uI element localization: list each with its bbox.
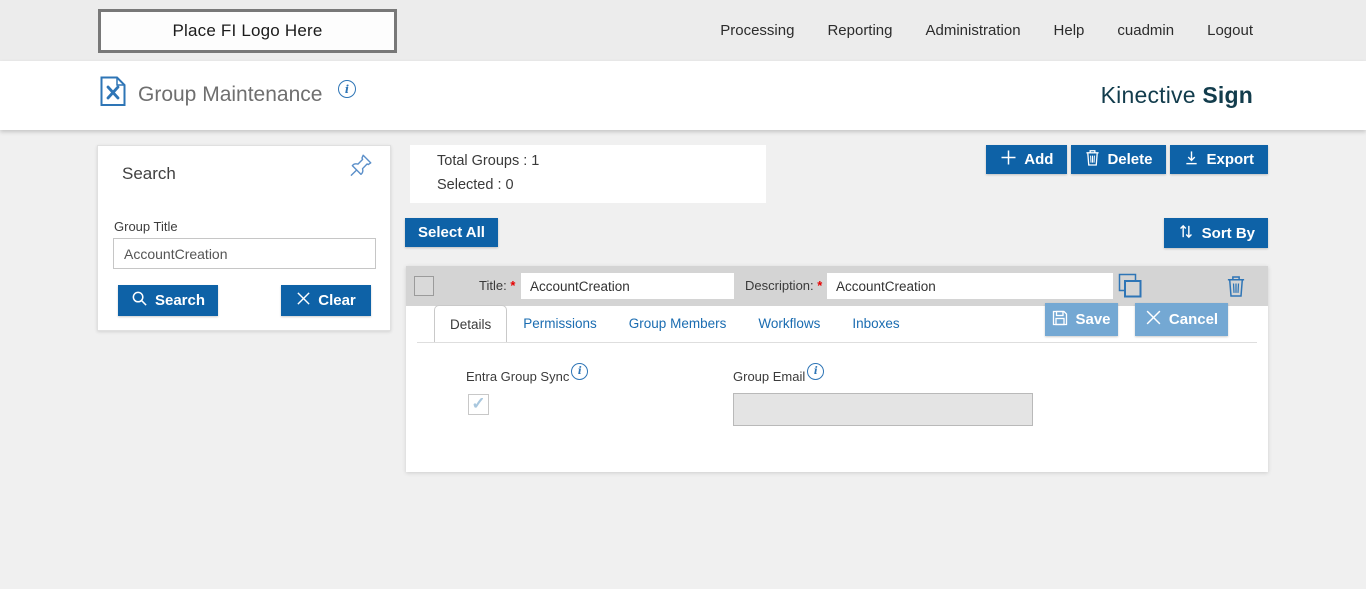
entra-group-sync-label-text: Entra Group Sync [466, 369, 569, 384]
add-button[interactable]: Add [986, 145, 1067, 174]
tab-inboxes[interactable]: Inboxes [836, 305, 915, 342]
total-groups-text: Total Groups : 1 [437, 153, 539, 169]
description-label-text: Description: [745, 278, 814, 293]
delete-group-button[interactable] [1226, 274, 1246, 301]
search-icon [131, 290, 148, 311]
group-tabs: Details Permissions Group Members Workfl… [434, 305, 916, 342]
clear-button-label: Clear [318, 292, 356, 309]
export-button[interactable]: Export [1170, 145, 1268, 174]
tab-workflows[interactable]: Workflows [742, 305, 836, 342]
page-title: Group Maintenance [138, 83, 322, 107]
brand-regular: Kinective [1101, 82, 1196, 108]
title-label: Title: * [479, 278, 515, 293]
save-button-label: Save [1075, 311, 1110, 328]
nav-item-help[interactable]: Help [1054, 22, 1085, 39]
group-email-label: Group Emaili [733, 369, 824, 384]
group-title-input[interactable] [113, 238, 376, 269]
entra-group-sync-checkbox[interactable] [468, 394, 489, 415]
trash-icon [1085, 149, 1100, 170]
cancel-button-label: Cancel [1169, 311, 1218, 328]
app-header: Group Maintenance i Kinective Sign [0, 61, 1366, 130]
group-row-checkbox[interactable] [414, 276, 434, 296]
sort-by-button[interactable]: Sort By [1164, 218, 1268, 248]
top-bar: Place FI Logo Here Processing Reporting … [0, 0, 1366, 61]
search-panel-title: Search [122, 164, 176, 184]
cancel-x-icon [1145, 309, 1162, 330]
group-email-info-icon[interactable]: i [807, 363, 824, 380]
tabs-divider [417, 342, 1257, 343]
tab-details[interactable]: Details [434, 305, 507, 342]
select-all-label: Select All [418, 224, 485, 241]
tab-group-members[interactable]: Group Members [613, 305, 743, 342]
save-floppy-icon [1052, 310, 1068, 330]
brand-logo: Kinective Sign [1101, 82, 1253, 109]
clear-button[interactable]: Clear [281, 285, 371, 316]
fi-logo-text: Place FI Logo Here [172, 21, 322, 41]
group-toolbar: Add Delete Export [986, 145, 1268, 174]
search-panel: Search Group Title Search Clear [97, 145, 391, 331]
nav-item-username[interactable]: cuadmin [1117, 22, 1174, 39]
group-row: Title: * Description: * [406, 266, 1268, 306]
brand-bold: Sign [1202, 82, 1253, 108]
tab-permissions[interactable]: Permissions [507, 305, 613, 342]
description-label: Description: * [745, 278, 822, 293]
title-label-text: Title: [479, 278, 507, 293]
pin-icon[interactable] [348, 152, 374, 183]
group-panel: Title: * Description: * Details Permissi… [406, 266, 1268, 472]
fi-logo-placeholder: Place FI Logo Here [98, 9, 397, 53]
group-title-label: Group Title [114, 219, 178, 234]
search-button-label: Search [155, 292, 205, 309]
plus-icon [1000, 149, 1017, 170]
title-required-marker: * [510, 278, 515, 293]
add-button-label: Add [1024, 151, 1053, 168]
search-button[interactable]: Search [118, 285, 218, 316]
entra-group-sync-label: Entra Group Synci [466, 369, 588, 384]
summary-box: Total Groups : 1 Selected : 0 [410, 145, 766, 203]
description-required-marker: * [817, 278, 822, 293]
group-email-input [733, 393, 1033, 426]
download-icon [1184, 150, 1199, 170]
sort-by-label: Sort By [1202, 225, 1255, 242]
page-info-icon[interactable]: i [338, 80, 356, 98]
trash-blue-icon [1226, 286, 1246, 301]
selected-count-text: Selected : 0 [437, 177, 514, 193]
entra-info-icon[interactable]: i [571, 363, 588, 380]
copy-group-button[interactable] [1116, 272, 1144, 304]
top-nav: Processing Reporting Administration Help… [720, 0, 1253, 61]
delete-button-label: Delete [1107, 151, 1152, 168]
export-button-label: Export [1206, 151, 1254, 168]
group-maintenance-page-icon [100, 76, 126, 112]
delete-button[interactable]: Delete [1071, 145, 1166, 174]
nav-item-reporting[interactable]: Reporting [827, 22, 892, 39]
clear-x-icon [296, 291, 311, 310]
group-email-label-text: Group Email [733, 369, 805, 384]
nav-item-processing[interactable]: Processing [720, 22, 794, 39]
select-all-button[interactable]: Select All [405, 218, 498, 247]
title-input[interactable] [521, 273, 734, 299]
sort-arrows-icon [1177, 223, 1195, 244]
nav-item-administration[interactable]: Administration [926, 22, 1021, 39]
copy-icon [1116, 289, 1144, 304]
description-input[interactable] [827, 273, 1113, 299]
nav-item-logout[interactable]: Logout [1207, 22, 1253, 39]
save-button[interactable]: Save [1045, 303, 1118, 336]
cancel-button[interactable]: Cancel [1135, 303, 1228, 336]
